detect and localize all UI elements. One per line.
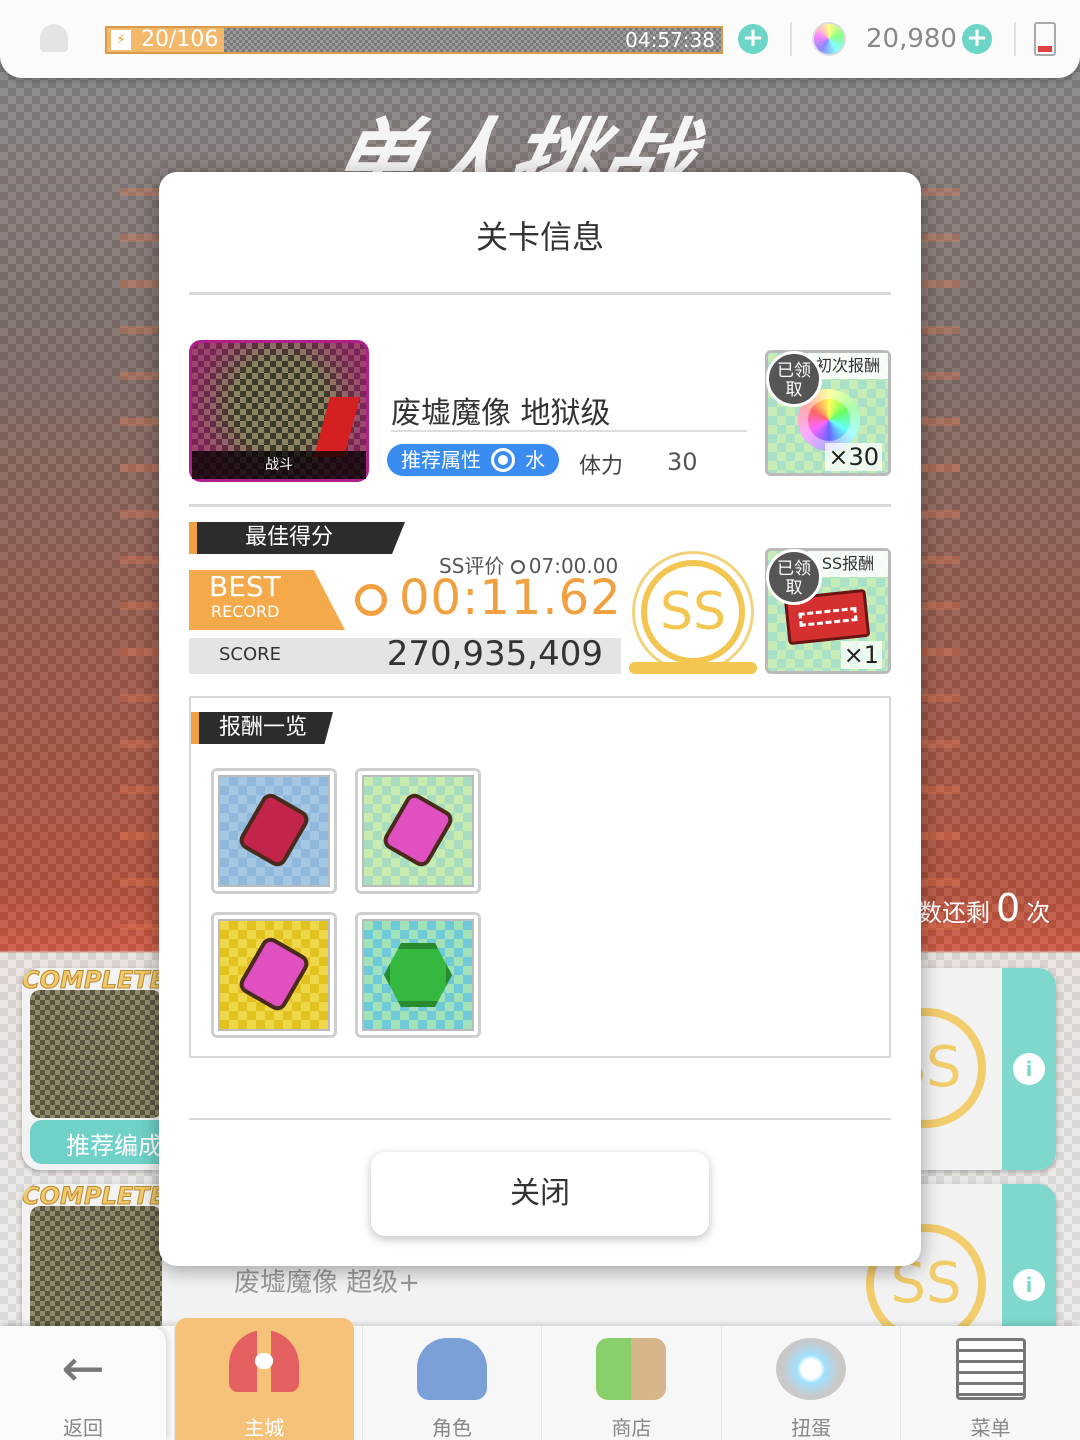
nav-label: 返回 bbox=[63, 1416, 103, 1440]
gem-count: 20,980 bbox=[866, 24, 957, 54]
remaining-count: 0 bbox=[996, 886, 1021, 930]
reward-item-green-gem[interactable] bbox=[355, 912, 481, 1038]
dialog-title: 关卡信息 bbox=[475, 218, 604, 256]
water-attribute-icon bbox=[491, 448, 515, 472]
divider bbox=[1014, 22, 1016, 56]
lightning-icon: ⚡ bbox=[111, 30, 131, 50]
home-icon bbox=[229, 1330, 300, 1392]
bottom-nav: ← 返回 主城 角色 商店 扭蛋 菜单 bbox=[0, 1318, 1080, 1440]
top-bar: ⚡ 20/106 04:57:38 + 20,980 + bbox=[0, 0, 1080, 78]
stamina-bar: ⚡ 20/106 04:57:38 bbox=[105, 26, 723, 54]
menu-icon bbox=[955, 1338, 1026, 1400]
bell-icon[interactable] bbox=[40, 24, 68, 52]
attr-value: 水 bbox=[525, 448, 545, 472]
stage-name: 废墟魔像 超级+ bbox=[234, 1268, 421, 1298]
claimed-badge: 已领取 bbox=[766, 549, 822, 605]
reward-count: ×30 bbox=[825, 443, 882, 471]
info-icon[interactable]: i bbox=[1013, 1269, 1045, 1301]
nav-label: 商店 bbox=[611, 1416, 652, 1440]
close-button[interactable]: 关闭 bbox=[371, 1152, 709, 1236]
first-clear-reward[interactable]: 初次报酬 已领取 ×30 bbox=[765, 350, 891, 476]
back-arrow-icon: ← bbox=[61, 1339, 105, 1399]
divider bbox=[189, 292, 891, 295]
character-icon bbox=[416, 1338, 487, 1400]
ss-reward[interactable]: SS报酬 已领取 ×1 bbox=[765, 548, 891, 674]
best-time: 00:11.62 bbox=[355, 570, 622, 626]
stamina-cost-label: 体力 bbox=[579, 454, 624, 479]
timer-icon bbox=[355, 584, 387, 616]
reward-list-panel: 报酬一览 bbox=[189, 696, 891, 1058]
nav-shop[interactable]: 商店 bbox=[541, 1326, 721, 1440]
add-gems-button[interactable]: + bbox=[962, 24, 992, 54]
nav-label: 主城 bbox=[244, 1416, 285, 1440]
nav-label: 菜单 bbox=[970, 1416, 1011, 1440]
ss-rank-badge: SS bbox=[629, 560, 757, 674]
gacha-icon bbox=[776, 1338, 847, 1400]
nav-label: 扭蛋 bbox=[791, 1416, 832, 1440]
best-score-header: 最佳得分 bbox=[189, 522, 405, 554]
nav-home[interactable]: 主城 bbox=[174, 1318, 354, 1440]
remaining-attempts: 数还剩 0 次 bbox=[918, 886, 1051, 930]
reward-grid bbox=[211, 768, 481, 1038]
divider bbox=[790, 22, 792, 56]
stamina-cost-value: 30 bbox=[667, 448, 698, 476]
stage-thumbnail: 战斗 bbox=[189, 340, 369, 482]
claimed-badge: 已领取 bbox=[766, 351, 822, 407]
stage-thumbnail bbox=[30, 1206, 162, 1334]
reward-item-pink-potion[interactable] bbox=[355, 768, 481, 894]
stage-name: 废墟魔像 地狱级 bbox=[391, 396, 611, 431]
stamina-timer: 04:57:38 bbox=[625, 28, 715, 52]
recommended-attribute-badge: 推荐属性 水 bbox=[387, 444, 559, 476]
reward-count: ×1 bbox=[840, 641, 882, 669]
stage-info-dialog: 关卡信息 战斗 废墟魔像 地狱级 推荐属性 水 体力 30 初次报酬 已领取 ×… bbox=[159, 172, 921, 1266]
nav-gacha[interactable]: 扭蛋 bbox=[720, 1326, 901, 1440]
score-row: SCORE 270,935,409 bbox=[189, 634, 621, 674]
add-stamina-button[interactable]: + bbox=[738, 24, 768, 54]
score-value: 270,935,409 bbox=[386, 634, 603, 674]
divider bbox=[391, 430, 747, 432]
attr-label: 推荐属性 bbox=[401, 448, 481, 472]
nav-label: 角色 bbox=[431, 1416, 472, 1440]
nav-menu[interactable]: 菜单 bbox=[900, 1326, 1080, 1440]
rainbow-gem-icon bbox=[812, 22, 846, 56]
divider bbox=[189, 1118, 891, 1120]
best-record-badge: BEST RECORD bbox=[189, 570, 345, 630]
score-label: SCORE bbox=[219, 644, 282, 665]
nav-back[interactable]: ← 返回 bbox=[0, 1326, 166, 1440]
reward-item-red-potion[interactable] bbox=[211, 768, 337, 894]
info-tab[interactable]: i bbox=[1002, 968, 1056, 1170]
stamina-value: 20/106 bbox=[141, 27, 219, 52]
stage-thumbnail bbox=[30, 990, 162, 1118]
reward-item-pink-potion-gold[interactable] bbox=[211, 912, 337, 1038]
info-icon[interactable]: i bbox=[1013, 1053, 1045, 1085]
nav-character[interactable]: 角色 bbox=[361, 1326, 542, 1440]
divider bbox=[189, 504, 891, 507]
shop-icon bbox=[596, 1338, 667, 1400]
reward-list-header: 报酬一览 bbox=[191, 712, 333, 744]
battery-icon bbox=[1034, 22, 1056, 56]
stage-thumb-tag: 战斗 bbox=[192, 451, 366, 479]
